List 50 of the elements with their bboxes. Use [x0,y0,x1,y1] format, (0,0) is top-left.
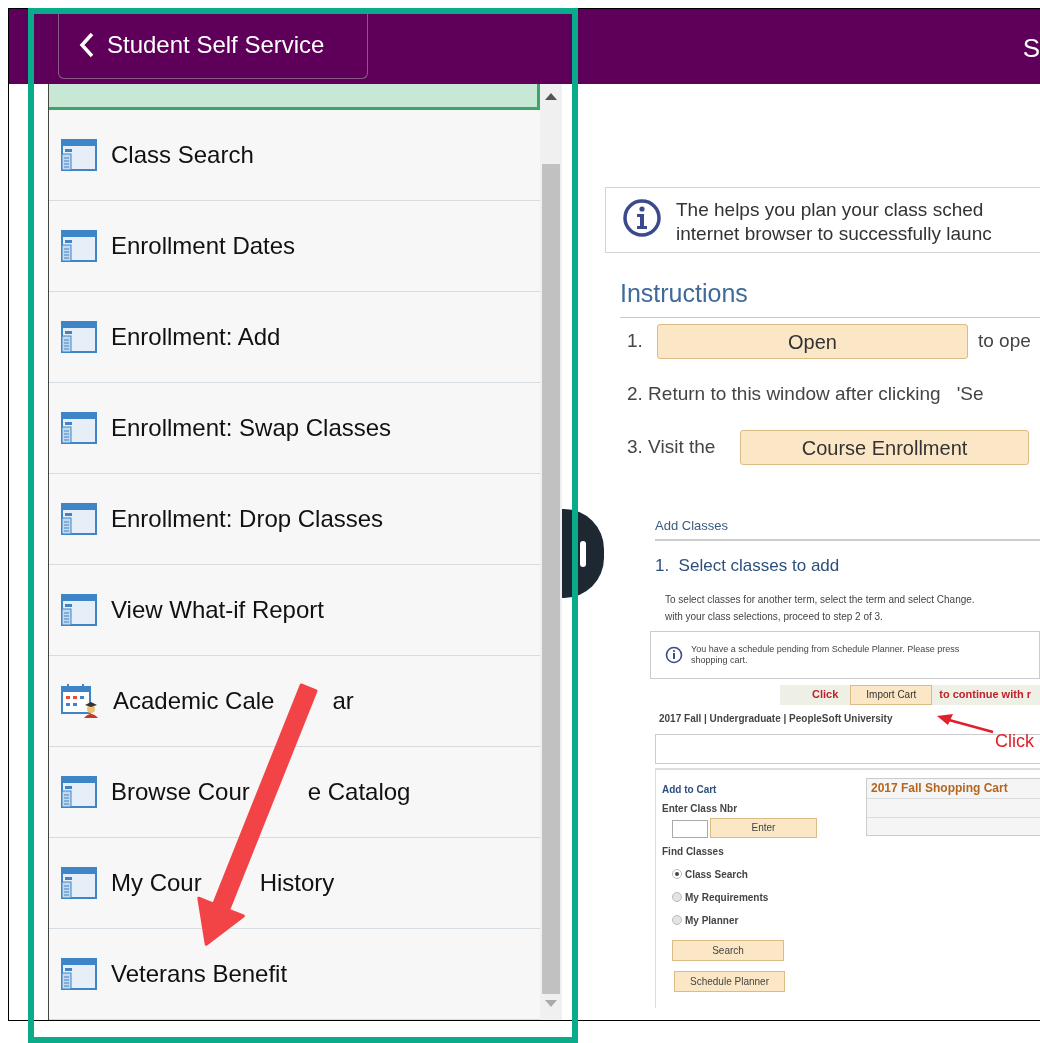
instruction-text: to continue with r [939,687,1031,703]
radio-option[interactable]: Class Search [672,866,866,882]
schedule-planner-button[interactable]: Schedule Planner [674,970,785,992]
back-chevron-icon [79,30,95,59]
field-label: Find Classes [662,844,725,859]
step-text: to ope [978,329,1031,354]
page-icon [61,230,97,262]
calendar-icon [61,684,99,718]
screenshot-notice: You have a schedule pending from Schedule Planner. Please press shopping cart. [650,630,1040,679]
step-number: 1. [627,329,644,354]
page-icon [61,321,97,353]
link[interactable]: Add to Cart [662,781,866,797]
instruction-text: Click [812,687,839,703]
scrollbar[interactable] [540,84,562,1020]
page-icon [61,412,97,444]
search-button[interactable]: Search [672,939,784,961]
screenshot-paragraph: To select classes for another term, select the term and select Change. with your class selections, proceed to step 2 of 3. [665,592,976,624]
radio-option[interactable]: My Requirements [672,889,866,905]
screenshot-step-title: 1. Select classes to add [655,555,841,577]
enter-button[interactable]: Enter [710,817,817,838]
open-button[interactable]: Open [657,324,968,359]
scroll-up-icon[interactable] [545,93,557,100]
input-field[interactable] [672,819,708,838]
screenshot-heading: Add Classes [655,515,1040,541]
page-icon [61,594,97,626]
radio-option[interactable]: My Planner [672,912,866,928]
step-text: 2. Return to this window after clicking [627,382,941,407]
page-title: S [1022,32,1040,65]
page-icon [61,139,97,171]
term-label: 2017 Fall | Undergraduate | PeopleSoft University [659,711,893,726]
step-text: 'Se [956,382,984,407]
import-cart-button[interactable]: Import Cart [850,684,933,705]
scroll-down-icon[interactable] [545,1000,557,1007]
selected-menu-item[interactable] [49,84,540,110]
page-icon [61,958,97,990]
section-heading: Instructions [620,279,748,307]
step-text: 3. Visit the [627,435,717,460]
info-icon [622,198,662,238]
field-label: Enter Class Nbr [662,801,739,816]
page-icon [61,867,97,899]
page-icon [61,503,97,535]
callout-text: Click [995,729,1034,753]
table-title: 2017 Fall Shopping Cart [867,778,1040,799]
page-icon [61,776,97,808]
back-button[interactable]: Student Self Service [58,11,368,79]
callout-arrow [935,711,995,734]
course-enrollment-button[interactable]: Course Enrollment [740,430,1029,465]
info-message: The helps you plan your class sched internet browser to successfully launc [676,198,992,246]
info-icon [665,645,683,664]
scrollbar-thumb[interactable] [542,164,560,994]
